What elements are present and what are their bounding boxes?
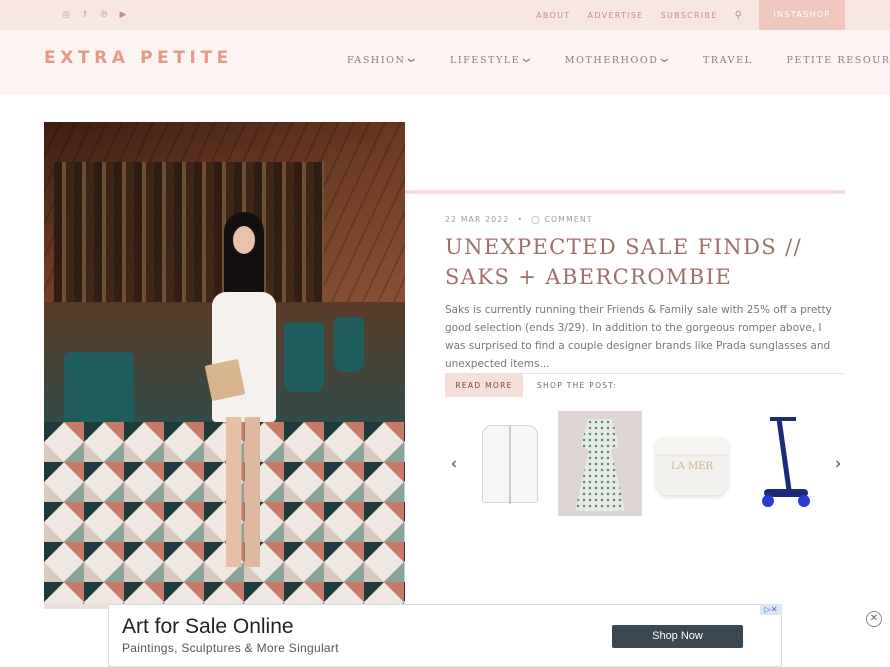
product-la-mer-cream[interactable]: LA MER [650,411,734,516]
advertise-link[interactable]: ADVERTISE [587,11,643,20]
scooter-handle [770,417,796,421]
top-links: ABOUT ADVERTISE SUBSCRIBE ⚲ [536,10,742,21]
nav-item-label: FASHION [347,55,406,66]
ad-banner[interactable]: Art for Sale Online Paintings, Sculpture… [108,604,782,667]
image-clutch [204,358,246,402]
post-date: 22 MAR 2022 [445,215,510,224]
nav-item-fashion[interactable]: FASHION ❯ [347,55,416,66]
shop-the-post-label: SHOP THE POST: [537,381,618,390]
youtube-icon[interactable]: ▶ [118,8,128,20]
ad-subtitle: Paintings, Sculptures & More Singulart [122,641,339,655]
scooter-stem [776,419,793,497]
nav-item-label: PETITE RESOURCES [786,55,890,66]
image-bar-stool [284,322,324,392]
comment-icon: ◯ [531,215,541,224]
blazer-image [482,425,538,504]
image-face [233,226,255,254]
ad-shop-now-button[interactable]: Shop Now [612,625,743,648]
search-icon[interactable]: ⚲ [735,10,742,21]
nav-item-petite-resources[interactable]: PETITE RESOURCES❯ [787,55,890,66]
image-legs [226,417,260,567]
subscribe-link[interactable]: SUBSCRIBE [661,11,718,20]
meta-separator: • [517,215,524,224]
dress-image [575,419,625,511]
site-header: EXTRA PETITE FASHION ❯ LIFESTYLE ❯ MOTHERH… [0,30,890,95]
nav-item-travel[interactable]: TRAVEL [703,55,753,66]
chevron-down-icon: ❯ [523,57,532,65]
post-featured-image[interactable] [44,122,405,604]
facebook-icon[interactable]: f [80,8,90,20]
nav-item-label: MOTHERHOOD [564,55,659,66]
image-person [204,212,284,602]
nav-item-label: LIFESTYLE [449,55,521,66]
nav-item-label: TRAVEL [702,55,753,66]
chevron-down-icon: ❯ [408,57,417,65]
carousel-prev-icon[interactable]: ‹ [447,455,461,473]
site-logo[interactable]: EXTRA PETITE [44,48,233,68]
top-bar: ◎ f ℗ ▶ ABOUT ADVERTISE SUBSCRIBE ⚲ INST… [0,0,890,30]
social-links: ◎ f ℗ ▶ [61,8,128,20]
scooter-wheel [762,495,774,507]
main-nav: FASHION ❯ LIFESTYLE ❯ MOTHERHOOD ❯ TRAVEL P… [347,55,890,66]
nav-item-motherhood[interactable]: MOTHERHOOD ❯ [565,55,669,66]
product-blazer[interactable] [468,411,552,516]
adchoices-icon[interactable]: ▷✕ [760,604,782,615]
image-caption-strip [44,604,108,609]
pinterest-icon[interactable]: ℗ [99,8,109,20]
image-bar-stool [334,317,364,372]
product-floral-dress[interactable] [558,411,642,516]
accent-divider [405,190,845,194]
comment-link[interactable]: COMMENT [545,215,593,224]
nav-item-lifestyle[interactable]: LIFESTYLE ❯ [450,55,531,66]
scooter-wheel [798,495,810,507]
carousel-next-icon[interactable]: › [831,455,845,473]
chevron-down-icon: ❯ [661,57,670,65]
post-excerpt: Saks is currently running their Friends … [445,304,832,370]
about-link[interactable]: ABOUT [536,11,570,20]
post-title[interactable]: UNEXPECTED SALE FINDS // SAKS + ABERCROM… [445,232,840,292]
instagram-icon[interactable]: ◎ [61,8,71,20]
post-meta: 22 MAR 2022 • ◯ COMMENT [445,215,593,224]
read-more-button[interactable]: READ MORE [445,374,523,397]
instashop-button[interactable]: INSTASHOP [759,0,845,30]
jar-label: LA MER [670,461,714,472]
close-icon[interactable]: ✕ [866,611,882,627]
image-white-blazer-dress [212,292,276,422]
product-scooter[interactable] [742,411,826,516]
ad-title[interactable]: Art for Sale Online [122,615,294,639]
